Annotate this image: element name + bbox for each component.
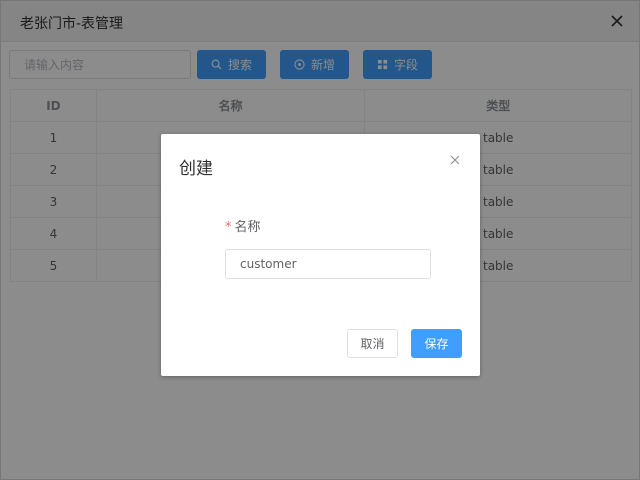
create-dialog: 创建 *名称 取消 保存 [161, 134, 480, 376]
cancel-button[interactable]: 取消 [347, 329, 398, 358]
save-button[interactable]: 保存 [411, 329, 462, 358]
close-icon[interactable] [448, 153, 462, 167]
name-input[interactable] [225, 249, 431, 279]
name-field-label: * 名称 [225, 216, 261, 235]
dialog-title: 创建 [179, 159, 213, 179]
name-label-text: 名称 [234, 220, 261, 235]
required-mark: * [225, 220, 232, 235]
